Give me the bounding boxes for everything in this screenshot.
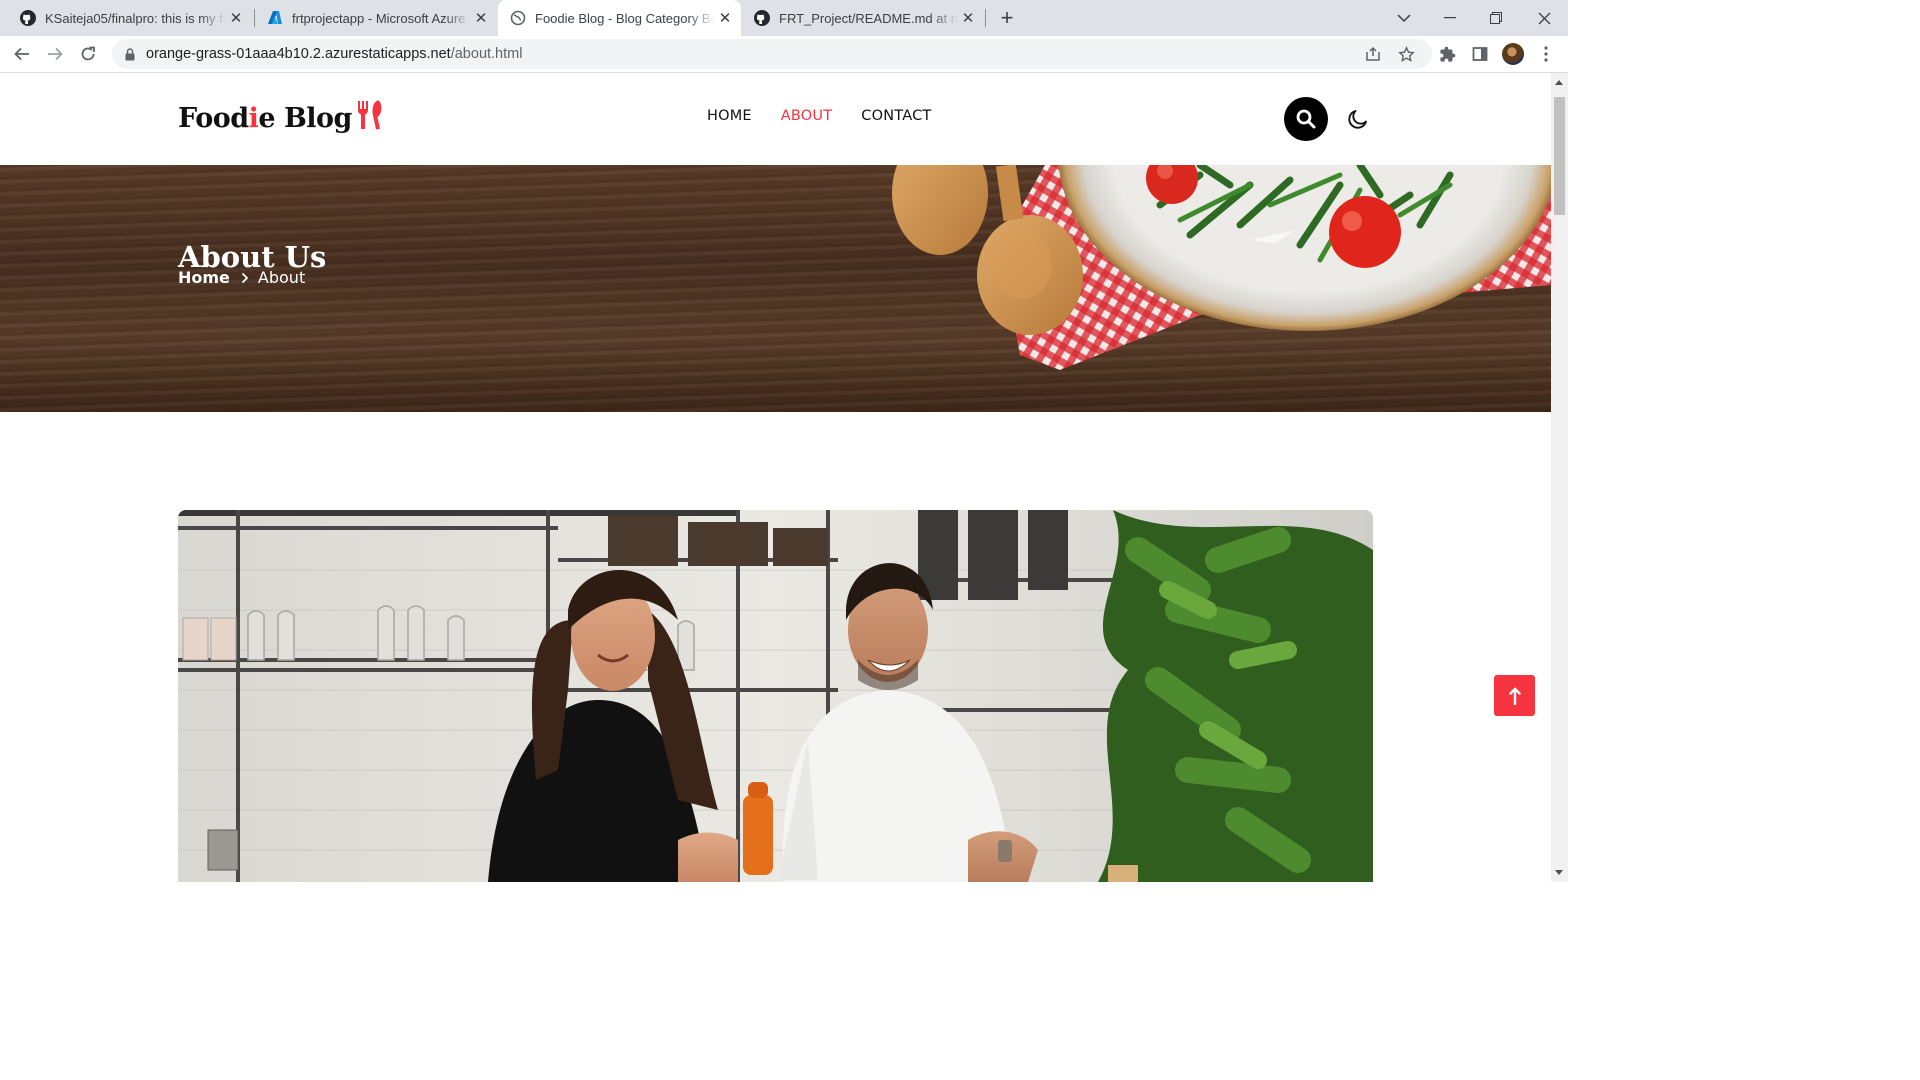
url-host: orange-grass-01aaa4b10.2.azurestaticapps… — [146, 46, 451, 62]
side-panel-icon — [1472, 47, 1488, 61]
close-icon — [1538, 12, 1550, 24]
scroll-down-arrow-icon[interactable] — [1555, 870, 1563, 875]
browser-toolbar: orange-grass-01aaa4b10.2.azurestaticapps… — [0, 36, 1568, 73]
extensions-button[interactable] — [1433, 40, 1461, 68]
arrow-up-icon — [1508, 686, 1521, 705]
tab-search-button[interactable] — [1381, 0, 1427, 36]
arrow-right-icon — [48, 47, 63, 61]
browser-tab-1[interactable]: KSaiteja05/finalpro: this is my final pr… — [8, 0, 252, 36]
browser-tab-4[interactable]: FRT_Project/README.md at master ✕ — [742, 0, 984, 36]
moon-icon — [1348, 110, 1367, 129]
side-panel-button[interactable] — [1466, 40, 1494, 68]
new-tab-button[interactable]: + — [994, 5, 1020, 30]
restore-button[interactable] — [1473, 0, 1519, 36]
nav-home[interactable]: HOME — [707, 108, 752, 124]
puzzle-icon — [1439, 46, 1455, 62]
chevron-right-icon — [241, 272, 249, 284]
url-text: orange-grass-01aaa4b10.2.azurestaticapps… — [146, 46, 522, 62]
minimize-icon — [1444, 17, 1456, 19]
address-bar[interactable]: orange-grass-01aaa4b10.2.azurestaticapps… — [112, 39, 1432, 69]
reload-button[interactable] — [74, 40, 102, 68]
forward-button[interactable] — [41, 40, 69, 68]
tab-title: KSaiteja05/finalpro: this is my final pr… — [45, 10, 226, 26]
tab-title: Foodie Blog - Blog Category Bootstrap — [535, 10, 715, 26]
breadcrumb: Home About — [178, 268, 305, 287]
scrollbar-thumb[interactable] — [1554, 97, 1565, 215]
close-window-button[interactable] — [1521, 0, 1567, 36]
lock-icon — [122, 47, 138, 61]
browser-tab-strip: KSaiteja05/finalpro: this is my final pr… — [0, 0, 1568, 36]
kitchen-couple-image — [178, 510, 1373, 882]
arrow-left-icon — [14, 47, 29, 61]
restore-icon — [1490, 12, 1502, 24]
github-icon — [20, 10, 36, 26]
tab-title: frtprojectapp - Microsoft Azure — [292, 10, 466, 26]
fork-knife-icon — [355, 99, 385, 138]
close-tab-icon[interactable]: ✕ — [226, 8, 246, 28]
globe-icon — [510, 10, 526, 26]
about-photo — [178, 510, 1373, 882]
nav-contact[interactable]: CONTACT — [861, 108, 931, 124]
tab-separator — [985, 9, 986, 27]
back-button[interactable] — [8, 40, 36, 68]
browser-tab-3-active[interactable]: Foodie Blog - Blog Category Bootstrap ✕ — [498, 0, 741, 36]
scroll-up-arrow-icon[interactable] — [1555, 80, 1563, 85]
browser-tab-2[interactable]: frtprojectapp - Microsoft Azure ✕ — [255, 0, 497, 36]
more-vertical-icon — [1544, 46, 1548, 62]
url-path: /about.html — [450, 46, 523, 62]
logo-text-accent: i — [248, 103, 259, 134]
page-viewport: Food i e Blog HOME ABOUT CONTACT About U… — [0, 73, 1551, 882]
close-tab-icon[interactable]: ✕ — [471, 8, 491, 28]
search-icon — [1296, 109, 1316, 129]
main-nav: HOME ABOUT CONTACT — [707, 108, 931, 124]
azure-icon — [267, 10, 283, 26]
github-icon — [754, 10, 770, 26]
page-banner: About Us Home About — [0, 165, 1551, 412]
minimize-button[interactable] — [1427, 0, 1473, 36]
close-tab-icon[interactable]: ✕ — [715, 8, 735, 28]
page-scrollbar[interactable] — [1551, 73, 1568, 882]
logo-text-start: Food — [178, 103, 249, 134]
browser-menu-button[interactable] — [1532, 40, 1560, 68]
profile-avatar[interactable] — [1502, 43, 1524, 65]
close-tab-icon[interactable]: ✕ — [958, 8, 978, 28]
site-header: Food i e Blog HOME ABOUT CONTACT — [0, 73, 1551, 165]
breadcrumb-current: About — [257, 268, 306, 287]
breadcrumb-home-link[interactable]: Home — [178, 268, 230, 287]
dark-mode-toggle[interactable] — [1344, 105, 1372, 133]
search-button[interactable] — [1284, 97, 1328, 141]
chevron-down-icon — [1397, 13, 1411, 22]
scroll-to-top-button[interactable] — [1494, 675, 1535, 716]
logo-text-end: e Blog — [258, 103, 352, 134]
tab-title: FRT_Project/README.md at master — [779, 10, 958, 26]
reload-icon — [81, 46, 95, 61]
share-icon[interactable] — [1362, 43, 1384, 65]
nav-about[interactable]: ABOUT — [781, 108, 833, 124]
food-banner-image — [892, 165, 1551, 370]
site-logo[interactable]: Food i e Blog — [178, 99, 385, 138]
bookmark-star-icon[interactable] — [1395, 43, 1417, 65]
